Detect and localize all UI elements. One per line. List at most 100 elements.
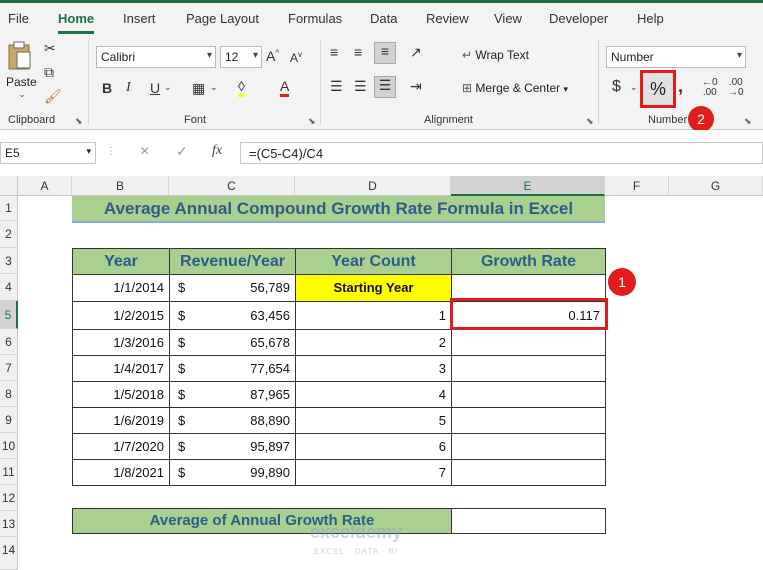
enter-icon[interactable]: ✓ [176, 143, 188, 160]
row-header-1[interactable]: 1 [0, 196, 18, 221]
merge-center-button[interactable]: ⊞ Merge & Center ▾ [462, 81, 568, 95]
revenue-cell[interactable]: $99,890 [169, 459, 296, 486]
chevron-down-icon[interactable]: ⌄ [210, 82, 218, 93]
growth-rate-cell[interactable] [451, 381, 606, 408]
column-header-b[interactable]: B [72, 176, 169, 196]
year-cell[interactable]: 1/3/2016 [72, 329, 170, 356]
cut-icon[interactable]: ✂ [44, 40, 56, 57]
tab-formulas[interactable]: Formulas [288, 11, 342, 26]
row-header-6[interactable]: 6 [0, 329, 18, 355]
growth-rate-cell[interactable] [451, 407, 606, 434]
align-bottom-icon[interactable]: ≡ [374, 42, 396, 64]
column-header-g[interactable]: G [669, 176, 763, 196]
align-middle-icon[interactable]: ≡ [354, 44, 362, 60]
paste-button[interactable]: Paste ⌄ [6, 40, 38, 100]
dialog-launcher-icon[interactable]: ⬊ [744, 116, 752, 127]
comma-style-button[interactable]: , [678, 76, 683, 97]
name-box[interactable]: E5 ▾ [0, 142, 96, 164]
borders-icon[interactable]: ▦ [192, 80, 205, 97]
dialog-launcher-icon[interactable]: ⬊ [586, 116, 594, 127]
row-header-10[interactable]: 10 [0, 433, 18, 459]
year-cell[interactable]: 1/6/2019 [72, 407, 170, 434]
year-count-cell[interactable]: Starting Year [295, 274, 452, 302]
year-cell[interactable]: 1/7/2020 [72, 433, 170, 460]
row-header-5[interactable]: 5 [0, 301, 18, 329]
font-name-select[interactable]: Calibri ▾ [96, 46, 216, 68]
column-header-c[interactable]: C [169, 176, 295, 196]
revenue-cell[interactable]: $87,965 [169, 381, 296, 408]
growth-rate-cell[interactable] [451, 355, 606, 382]
column-header-d[interactable]: D [295, 176, 451, 196]
column-header-e[interactable]: E [451, 176, 605, 196]
year-count-cell[interactable]: 7 [295, 459, 452, 486]
italic-button[interactable]: I [126, 80, 131, 96]
insert-function-icon[interactable]: fx [212, 143, 222, 159]
revenue-cell[interactable]: $88,890 [169, 407, 296, 434]
number-format-select[interactable]: Number ▾ [606, 46, 746, 68]
orientation-icon[interactable]: ↗ [410, 44, 422, 61]
copy-icon[interactable]: ⧉ [44, 64, 54, 81]
tab-developer[interactable]: Developer [549, 11, 608, 26]
underline-button[interactable]: U [150, 80, 160, 96]
percent-style-button[interactable]: % [640, 70, 676, 108]
revenue-cell[interactable]: $65,678 [169, 329, 296, 356]
tab-view[interactable]: View [494, 11, 522, 26]
revenue-cell[interactable]: $63,456 [169, 301, 296, 330]
currency-button[interactable]: $ [612, 78, 621, 96]
tab-review[interactable]: Review [426, 11, 469, 26]
dialog-launcher-icon[interactable]: ⬊ [308, 116, 316, 127]
align-right-icon[interactable]: ☰ [374, 76, 396, 98]
format-painter-icon[interactable]: 🖌 [44, 88, 62, 105]
year-count-cell[interactable]: 5 [295, 407, 452, 434]
row-header-3[interactable]: 3 [0, 248, 18, 274]
year-cell[interactable]: 1/8/2021 [72, 459, 170, 486]
font-size-select[interactable]: 12 ▾ [220, 46, 262, 68]
year-count-cell[interactable]: 2 [295, 329, 452, 356]
year-count-cell[interactable]: 4 [295, 381, 452, 408]
align-top-icon[interactable]: ≡ [330, 44, 338, 60]
row-header-13[interactable]: 13 [0, 511, 18, 537]
tab-page-layout[interactable]: Page Layout [186, 11, 259, 26]
align-left-icon[interactable]: ☰ [330, 78, 343, 95]
revenue-cell[interactable]: $56,789 [169, 274, 296, 302]
year-cell[interactable]: 1/5/2018 [72, 381, 170, 408]
bold-button[interactable]: B [102, 80, 112, 96]
row-header-14[interactable]: 14 [0, 537, 18, 570]
fill-color-icon[interactable]: ◊ [238, 78, 245, 97]
formula-input[interactable]: =(C5-C4)/C4 [240, 142, 763, 164]
align-center-icon[interactable]: ☰ [354, 78, 367, 95]
indent-icon[interactable]: ⇥ [410, 78, 422, 95]
cancel-icon[interactable]: × [140, 143, 149, 161]
revenue-cell[interactable]: $95,897 [169, 433, 296, 460]
year-count-cell[interactable]: 6 [295, 433, 452, 460]
wrap-text-button[interactable]: ↵ Wrap Text [462, 48, 529, 62]
tab-file[interactable]: File [8, 11, 29, 26]
revenue-cell[interactable]: $77,654 [169, 355, 296, 382]
decrease-decimal-icon[interactable]: .00 →0 [728, 78, 744, 98]
growth-rate-cell[interactable] [451, 433, 606, 460]
average-value-cell[interactable] [451, 508, 606, 534]
year-count-cell[interactable]: 1 [295, 301, 452, 330]
year-cell[interactable]: 1/1/2014 [72, 274, 170, 302]
row-header-8[interactable]: 8 [0, 381, 18, 407]
column-header-f[interactable]: F [605, 176, 669, 196]
year-cell[interactable]: 1/4/2017 [72, 355, 170, 382]
decrease-font-button[interactable]: Av [290, 50, 302, 65]
row-header-9[interactable]: 9 [0, 407, 18, 433]
font-color-icon[interactable]: A [280, 78, 290, 97]
column-header-a[interactable]: A [18, 176, 72, 196]
row-header-11[interactable]: 11 [0, 459, 18, 485]
row-header-2[interactable]: 2 [0, 221, 18, 248]
chevron-down-icon[interactable]: ⌄ [630, 82, 638, 93]
dialog-launcher-icon[interactable]: ⬊ [75, 116, 83, 127]
row-header-12[interactable]: 12 [0, 485, 18, 511]
row-header-7[interactable]: 7 [0, 355, 18, 381]
growth-rate-cell[interactable] [451, 459, 606, 486]
tab-data[interactable]: Data [370, 11, 397, 26]
chevron-down-icon[interactable]: ⌄ [164, 82, 172, 93]
growth-rate-cell[interactable] [451, 329, 606, 356]
increase-font-button[interactable]: A^ [266, 48, 279, 64]
row-header-4[interactable]: 4 [0, 274, 18, 301]
select-all-corner[interactable] [0, 176, 18, 196]
tab-help[interactable]: Help [637, 11, 664, 26]
